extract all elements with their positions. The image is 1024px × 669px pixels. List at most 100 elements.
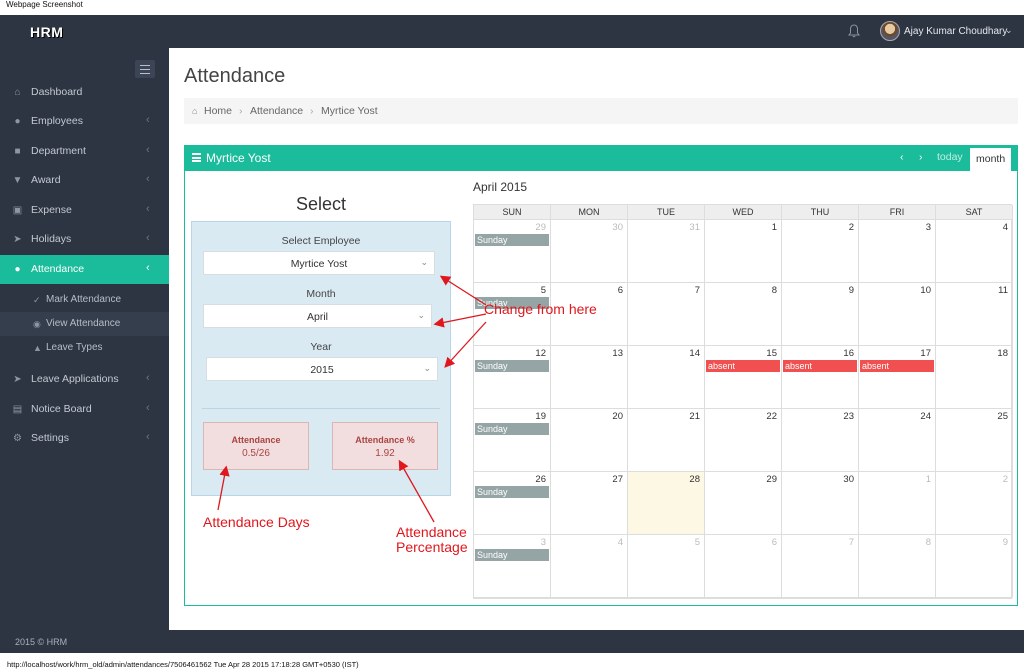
calendar-day-cell[interactable]: 17 absent bbox=[859, 346, 936, 409]
absent-event[interactable]: absent bbox=[783, 360, 857, 372]
calendar-day-cell[interactable]: 4 bbox=[936, 220, 1013, 283]
month-view-button[interactable]: month bbox=[970, 148, 1011, 172]
sidebar-item-expense[interactable]: ▣ Expense ‹ bbox=[0, 196, 169, 225]
sidebar-item-employees[interactable]: ● Employees ‹ bbox=[0, 107, 169, 136]
calendar-day-cell[interactable]: 31 bbox=[628, 220, 705, 283]
sunday-event[interactable]: Sunday bbox=[475, 234, 549, 246]
calendar-day-cell[interactable]: 14 bbox=[628, 346, 705, 409]
calendar-day-cell[interactable]: 8 bbox=[705, 283, 782, 346]
sidebar-subitem-leave-types[interactable]: ▲ Leave Types bbox=[0, 336, 169, 360]
calendar-day-cell[interactable]: 30 bbox=[782, 472, 859, 535]
calendar-day-cell[interactable]: 4 bbox=[551, 535, 628, 598]
calendar-day-cell[interactable]: 1 bbox=[705, 220, 782, 283]
day-number: 28 bbox=[689, 474, 700, 485]
calendar-day-cell[interactable]: 8 bbox=[859, 535, 936, 598]
sidebar-item-award[interactable]: ▼ Award ‹ bbox=[0, 166, 169, 195]
calendar-day-cell[interactable]: 2 bbox=[936, 472, 1013, 535]
next-month-button[interactable]: › bbox=[919, 151, 923, 163]
sunday-event[interactable]: Sunday bbox=[475, 486, 549, 498]
absent-event[interactable]: absent bbox=[860, 360, 934, 372]
day-number: 2 bbox=[848, 222, 854, 233]
calendar-day-cell[interactable]: 3 bbox=[859, 220, 936, 283]
sunday-event[interactable]: Sunday bbox=[475, 360, 549, 372]
absent-event[interactable]: absent bbox=[706, 360, 780, 372]
day-number: 14 bbox=[689, 348, 700, 359]
day-number: 3 bbox=[540, 537, 546, 548]
calendar-day-cell[interactable]: 12 Sunday bbox=[474, 346, 551, 409]
user-name[interactable]: Ajay Kumar Choudhary bbox=[904, 26, 1007, 37]
sidebar-item-attendance[interactable]: ● Attendance ‹ bbox=[0, 255, 169, 284]
attendance-days-value: 0.5/26 bbox=[242, 448, 270, 459]
sunday-event[interactable]: Sunday bbox=[475, 549, 549, 561]
sidebar-item-notice-board[interactable]: ▤ Notice Board ‹ bbox=[0, 395, 169, 424]
chevron-down-icon[interactable]: ⌄ bbox=[1005, 25, 1013, 36]
calendar-day-cell[interactable]: 21 bbox=[628, 409, 705, 472]
month-select[interactable]: April ⌄ bbox=[203, 304, 432, 328]
calendar-day-cell[interactable]: 24 bbox=[859, 409, 936, 472]
calendar-day-cell[interactable]: 25 bbox=[936, 409, 1013, 472]
calendar-day-cell[interactable]: 28 bbox=[628, 472, 705, 535]
day-number: 29 bbox=[766, 474, 777, 485]
calendar-day-cell[interactable]: 7 bbox=[782, 535, 859, 598]
day-number: 4 bbox=[617, 537, 623, 548]
bell-icon[interactable] bbox=[847, 23, 861, 39]
calendar-day-cell[interactable]: 11 bbox=[936, 283, 1013, 346]
screenshot-caption: Webpage Screenshot bbox=[6, 0, 83, 9]
today-button[interactable]: today bbox=[937, 151, 963, 163]
calendar-day-cell[interactable]: 13 bbox=[551, 346, 628, 409]
sidebar-item-holidays[interactable]: ➤ Holidays ‹ bbox=[0, 225, 169, 254]
sidebar-item-dashboard[interactable]: ⌂ Dashboard bbox=[0, 78, 169, 107]
calendar-day-cell[interactable]: 26 Sunday bbox=[474, 472, 551, 535]
panel-title: Myrtice Yost bbox=[206, 151, 271, 165]
menu-toggle-icon[interactable] bbox=[135, 60, 155, 78]
calendar-day-cell[interactable]: 18 bbox=[936, 346, 1013, 409]
calendar-day-cell[interactable]: 19 Sunday bbox=[474, 409, 551, 472]
weekday-header: MON bbox=[551, 205, 628, 220]
sidebar-item-label: Department bbox=[31, 145, 86, 157]
calendar-day-cell[interactable]: 9 bbox=[936, 535, 1013, 598]
sidebar-subitem-mark-attendance[interactable]: ✓ Mark Attendance bbox=[0, 288, 169, 312]
calendar-day-cell[interactable]: 20 bbox=[551, 409, 628, 472]
calendar-day-cell[interactable]: 22 bbox=[705, 409, 782, 472]
sidebar-subitem-view-attendance[interactable]: ◉ View Attendance bbox=[0, 312, 169, 336]
sunday-event[interactable]: Sunday bbox=[475, 423, 549, 435]
annotation-attendance-days: Attendance Days bbox=[203, 514, 310, 530]
weekday-header: FRI bbox=[859, 205, 936, 220]
eye-icon: ◉ bbox=[33, 319, 41, 329]
year-label: Year bbox=[310, 341, 332, 353]
calendar-day-cell[interactable]: 7 bbox=[628, 283, 705, 346]
calendar-day-cell[interactable]: 10 bbox=[859, 283, 936, 346]
sidebar: ⌂ Dashboard ● Employees ‹ ■ Department ‹… bbox=[0, 48, 169, 653]
sidebar-item-leave-applications[interactable]: ➤ Leave Applications ‹ bbox=[0, 365, 169, 394]
breadcrumb-home-link[interactable]: Home bbox=[204, 105, 232, 117]
app-logo[interactable]: HRM bbox=[30, 24, 63, 40]
calendar-day-cell[interactable]: 23 bbox=[782, 409, 859, 472]
calendar-day-cell[interactable]: 6 bbox=[705, 535, 782, 598]
day-number: 21 bbox=[689, 411, 700, 422]
sidebar-item-settings[interactable]: ⚙ Settings ‹ bbox=[0, 424, 169, 453]
year-select[interactable]: 2015 ⌄ bbox=[206, 357, 438, 381]
chevron-left-icon: ‹ bbox=[146, 262, 150, 274]
breadcrumb: ⌂ Home › Attendance › Myrtice Yost bbox=[184, 98, 1018, 124]
breadcrumb-attendance-link[interactable]: Attendance bbox=[250, 105, 303, 117]
calendar-day-cell[interactable]: 16 absent bbox=[782, 346, 859, 409]
calendar-day-cell[interactable]: 29 Sunday bbox=[474, 220, 551, 283]
prev-month-button[interactable]: ‹ bbox=[900, 151, 904, 163]
user-avatar[interactable] bbox=[880, 21, 900, 41]
employee-select[interactable]: Myrtice Yost ⌄ bbox=[203, 251, 435, 275]
calendar-day-cell[interactable]: 3 Sunday bbox=[474, 535, 551, 598]
calendar-day-cell[interactable]: 27 bbox=[551, 472, 628, 535]
day-number: 30 bbox=[843, 474, 854, 485]
calendar-grid: SUN MON TUE WED THU FRI SAT 29 Sunday 30 31 1 2 3 4 5 Su… bbox=[473, 204, 1013, 599]
calendar-day-cell[interactable]: 9 bbox=[782, 283, 859, 346]
calendar-day-cell[interactable]: 1 bbox=[859, 472, 936, 535]
calendar-day-cell[interactable]: 29 bbox=[705, 472, 782, 535]
sidebar-item-label: Leave Applications bbox=[31, 373, 119, 385]
calendar-day-cell[interactable]: 5 bbox=[628, 535, 705, 598]
attendance-percent-label: Attendance % bbox=[355, 435, 415, 445]
calendar-day-cell[interactable]: 2 bbox=[782, 220, 859, 283]
calendar-day-cell[interactable]: 15 absent bbox=[705, 346, 782, 409]
sidebar-item-department[interactable]: ■ Department ‹ bbox=[0, 137, 169, 166]
employee-select-value: Myrtice Yost bbox=[290, 258, 348, 270]
calendar-day-cell[interactable]: 30 bbox=[551, 220, 628, 283]
